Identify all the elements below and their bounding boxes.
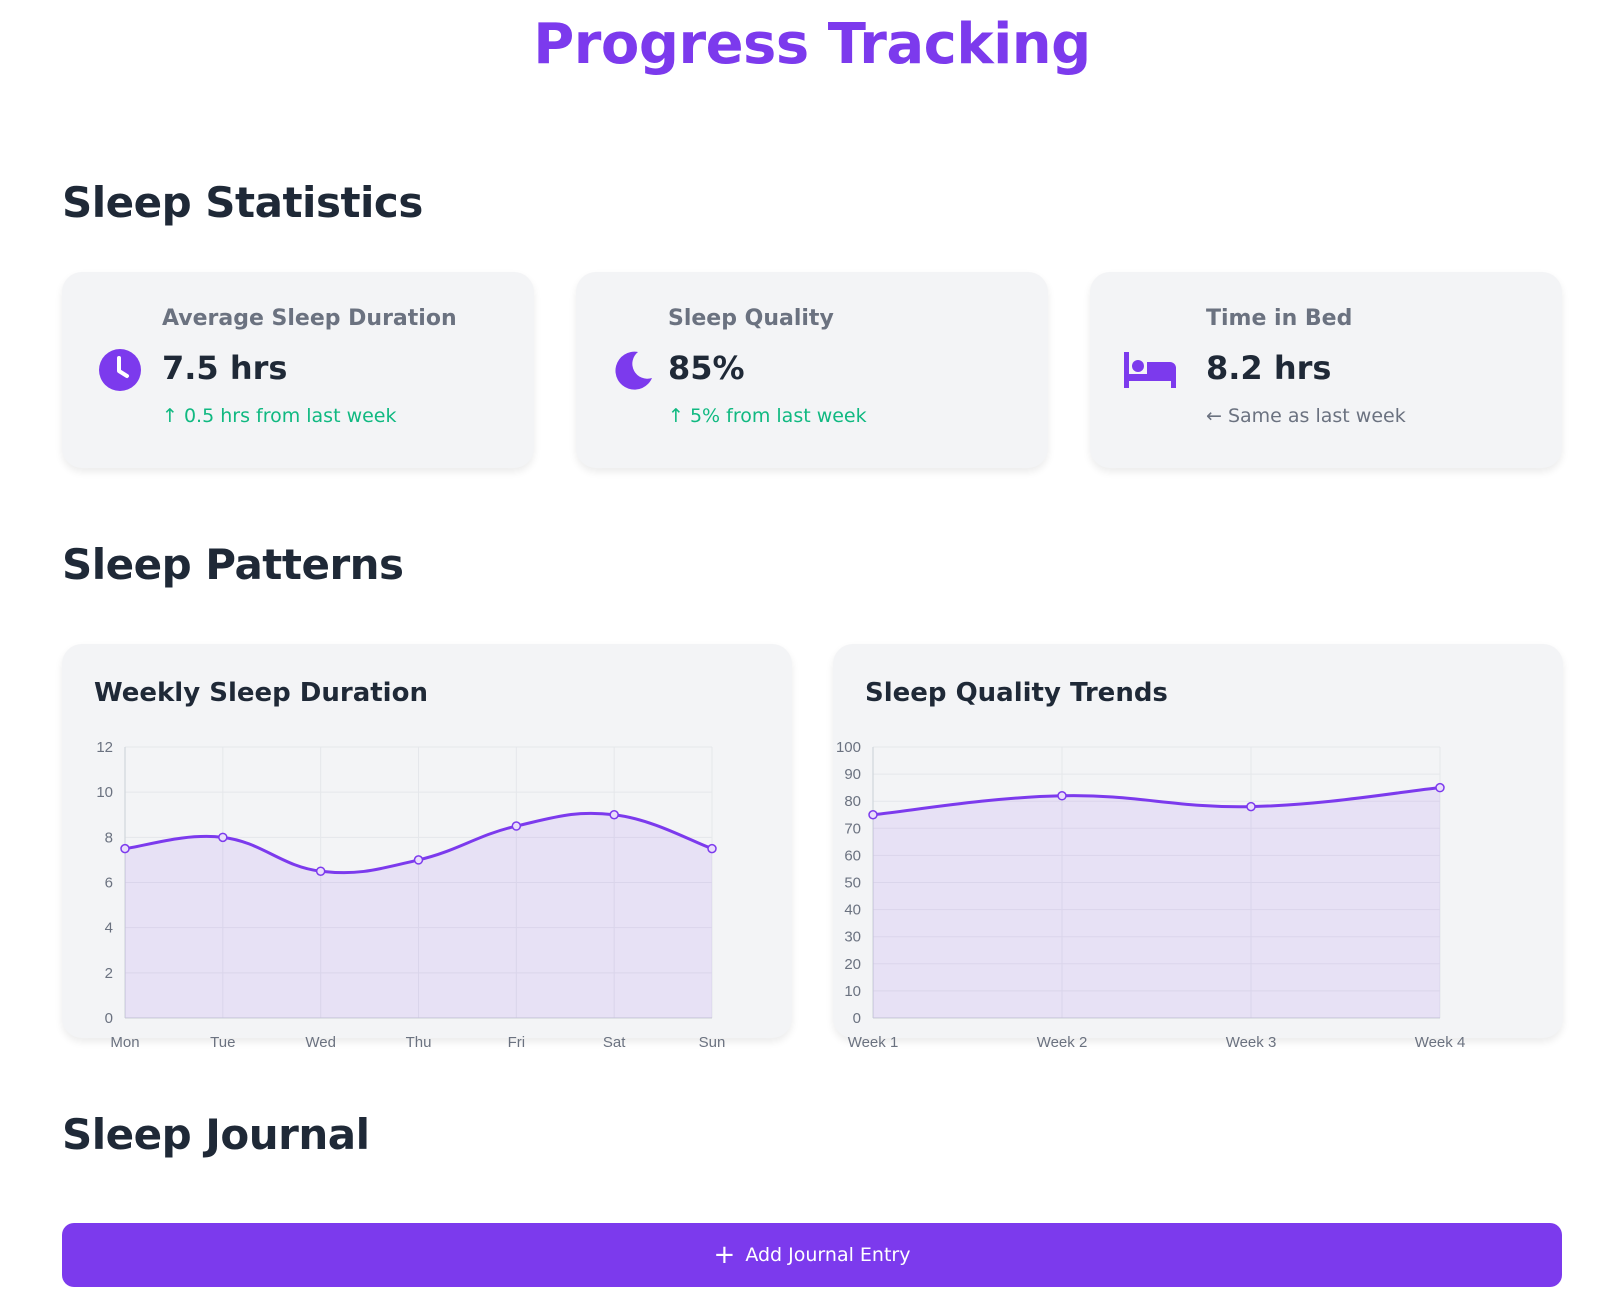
sleep-statistics-heading: Sleep Statistics — [62, 178, 423, 227]
chart-title: Weekly Sleep Duration — [94, 678, 428, 708]
sleep-journal-heading: Sleep Journal — [62, 1110, 370, 1159]
sleep-patterns-heading: Sleep Patterns — [62, 540, 404, 589]
stat-value: 85% — [668, 349, 745, 387]
plus-icon: + — [713, 1240, 736, 1270]
sleep-quality-trends-card: Sleep Quality Trends — [833, 644, 1563, 1038]
add-journal-entry-button[interactable]: + Add Journal Entry — [62, 1223, 1562, 1287]
stat-label: Sleep Quality — [668, 306, 834, 331]
stat-value: 8.2 hrs — [1206, 349, 1332, 387]
clock-icon — [92, 342, 148, 398]
add-journal-entry-label: Add Journal Entry — [745, 1244, 911, 1266]
stat-card-sleep-quality: Sleep Quality 85% ↑ 5% from last week — [576, 272, 1048, 468]
page-title: Progress Tracking — [533, 12, 1091, 77]
stat-card-time-in-bed: Time in Bed 8.2 hrs ← Same as last week — [1090, 272, 1562, 468]
stat-change: ← Same as last week — [1206, 405, 1406, 427]
stat-label: Time in Bed — [1206, 306, 1353, 331]
stat-card-average-sleep: Average Sleep Duration 7.5 hrs ↑ 0.5 hrs… — [62, 272, 534, 468]
stat-label: Average Sleep Duration — [162, 306, 457, 331]
stat-change: ↑ 5% from last week — [668, 405, 867, 427]
moon-icon — [606, 342, 662, 398]
stat-change: ↑ 0.5 hrs from last week — [162, 405, 397, 427]
stat-value: 7.5 hrs — [162, 349, 288, 387]
bed-icon — [1120, 342, 1180, 398]
weekly-sleep-duration-card: Weekly Sleep Duration — [62, 644, 792, 1038]
chart-title: Sleep Quality Trends — [865, 678, 1168, 708]
progress-page: Progress Tracking Sleep Statistics Avera… — [0, 0, 1624, 1298]
